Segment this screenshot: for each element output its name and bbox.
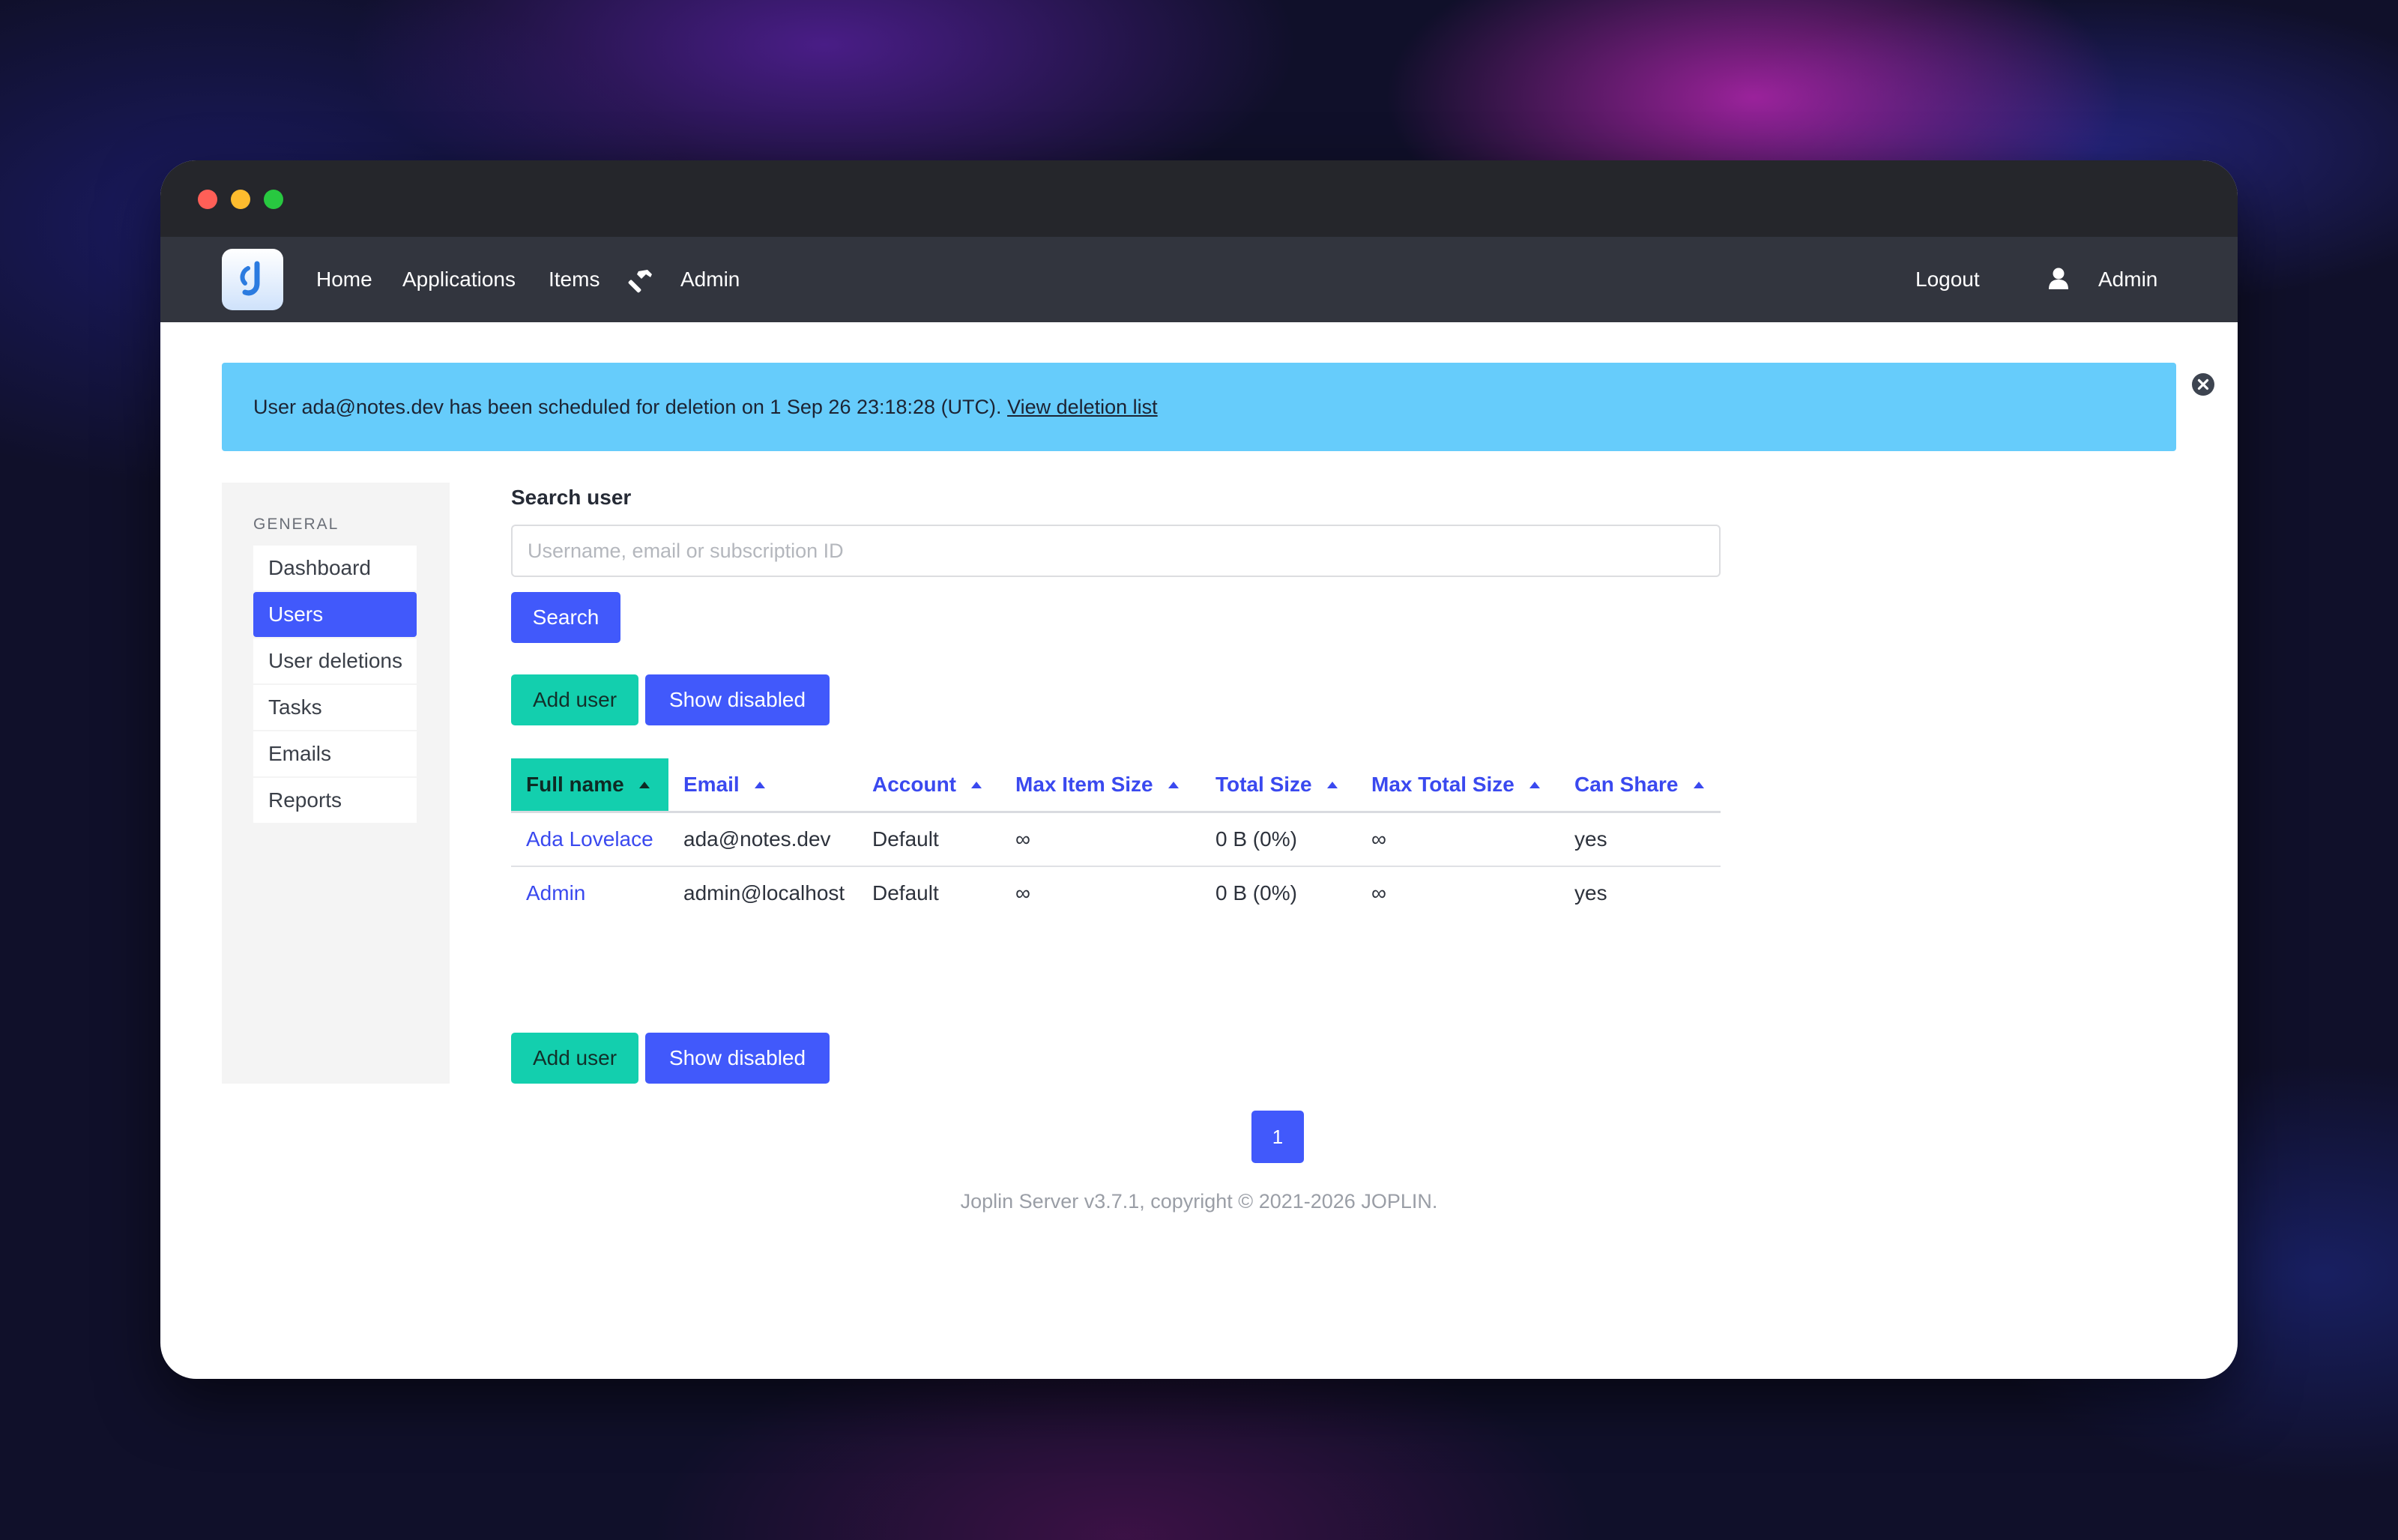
user-icon xyxy=(2047,267,2070,289)
column-header-email[interactable]: Email xyxy=(683,758,765,811)
sidebar-item-reports[interactable]: Reports xyxy=(253,778,417,823)
user-email: ada@notes.dev xyxy=(683,827,831,851)
table-row: Ada Lovelace ada@notes.dev Default ∞ 0 B… xyxy=(511,813,1721,867)
view-deletion-list-link[interactable]: View deletion list xyxy=(1007,396,1158,418)
maximize-window-button[interactable] xyxy=(264,190,283,209)
nav-admin-link[interactable]: Admin xyxy=(680,237,740,322)
close-icon[interactable] xyxy=(2191,372,2215,396)
column-label: Email xyxy=(683,773,740,796)
user-name-link[interactable]: Admin xyxy=(526,867,585,920)
nav-items-link[interactable]: Items xyxy=(549,237,600,322)
column-label: Max Item Size xyxy=(1015,773,1153,796)
sidebar-item-dashboard[interactable]: Dashboard xyxy=(253,546,417,591)
nav-home-link[interactable]: Home xyxy=(316,237,372,322)
sort-asc-icon xyxy=(1168,782,1179,788)
user-total-size: 0 B (0%) xyxy=(1215,881,1297,905)
sort-asc-icon xyxy=(1529,782,1540,788)
window-titlebar xyxy=(160,160,2238,237)
sidebar-item-emails[interactable]: Emails xyxy=(253,731,417,776)
pagination-page-1[interactable]: 1 xyxy=(1251,1111,1304,1163)
search-button[interactable]: Search xyxy=(511,592,620,643)
column-label: Can Share xyxy=(1574,773,1679,796)
add-user-button[interactable]: Add user xyxy=(511,674,638,725)
add-user-button-bottom[interactable]: Add user xyxy=(511,1033,638,1084)
column-header-max-total-size[interactable]: Max Total Size xyxy=(1371,758,1540,811)
search-input[interactable] xyxy=(511,525,1721,577)
top-navbar: Home Applications Items Admin Logout Adm… xyxy=(160,237,2238,322)
column-header-max-item-size[interactable]: Max Item Size xyxy=(1015,758,1179,811)
user-max-item-size: ∞ xyxy=(1015,827,1030,851)
user-account: Default xyxy=(872,881,939,905)
sort-asc-icon xyxy=(971,782,982,788)
nav-applications-link[interactable]: Applications xyxy=(402,237,516,322)
user-email: admin@localhost xyxy=(683,881,845,905)
close-window-button[interactable] xyxy=(198,190,217,209)
user-name-link[interactable]: Ada Lovelace xyxy=(526,813,653,866)
user-max-total-size: ∞ xyxy=(1371,881,1386,905)
user-account: Default xyxy=(872,827,939,851)
minimize-window-button[interactable] xyxy=(231,190,250,209)
column-label: Total Size xyxy=(1215,773,1312,796)
hammer-icon xyxy=(628,267,655,294)
joplin-logo-icon[interactable] xyxy=(222,249,283,310)
sidebar-heading: GENERAL xyxy=(253,516,339,533)
user-max-item-size: ∞ xyxy=(1015,881,1030,905)
user-max-total-size: ∞ xyxy=(1371,827,1386,851)
alert-text-wrapper: User ada@notes.dev has been scheduled fo… xyxy=(253,363,1158,451)
show-disabled-button-bottom[interactable]: Show disabled xyxy=(645,1033,830,1084)
show-disabled-button[interactable]: Show disabled xyxy=(645,674,830,725)
sidebar-item-users[interactable]: Users xyxy=(253,592,417,637)
column-label: Account xyxy=(872,773,956,796)
column-label: Full name xyxy=(526,773,624,796)
user-menu-admin[interactable]: Admin xyxy=(2098,237,2157,322)
alert-message: User ada@notes.dev has been scheduled fo… xyxy=(253,396,1002,418)
column-label: Max Total Size xyxy=(1371,773,1514,796)
sort-asc-icon xyxy=(638,782,650,788)
user-can-share: yes xyxy=(1574,827,1607,851)
user-total-size: 0 B (0%) xyxy=(1215,827,1297,851)
admin-sidebar: GENERAL Dashboard Users User deletions T… xyxy=(222,483,450,1084)
sort-asc-icon xyxy=(1326,782,1338,788)
search-label: Search user xyxy=(511,486,632,509)
sort-asc-icon xyxy=(754,782,765,788)
sidebar-item-user-deletions[interactable]: User deletions xyxy=(253,638,417,683)
column-header-total-size[interactable]: Total Size xyxy=(1215,758,1338,811)
footer-copyright: Joplin Server v3.7.1, copyright © 2021-2… xyxy=(960,1190,1438,1213)
logout-link[interactable]: Logout xyxy=(1915,237,1980,322)
column-header-can-share[interactable]: Can Share xyxy=(1574,758,1704,811)
deletion-alert: User ada@notes.dev has been scheduled fo… xyxy=(222,363,2214,451)
user-can-share: yes xyxy=(1574,881,1607,905)
column-header-full-name[interactable]: Full name xyxy=(511,758,668,811)
column-header-account[interactable]: Account xyxy=(872,758,982,811)
table-row: Admin admin@localhost Default ∞ 0 B (0%)… xyxy=(511,867,1721,920)
sort-asc-icon xyxy=(1693,782,1704,788)
sidebar-item-tasks[interactable]: Tasks xyxy=(253,685,417,730)
